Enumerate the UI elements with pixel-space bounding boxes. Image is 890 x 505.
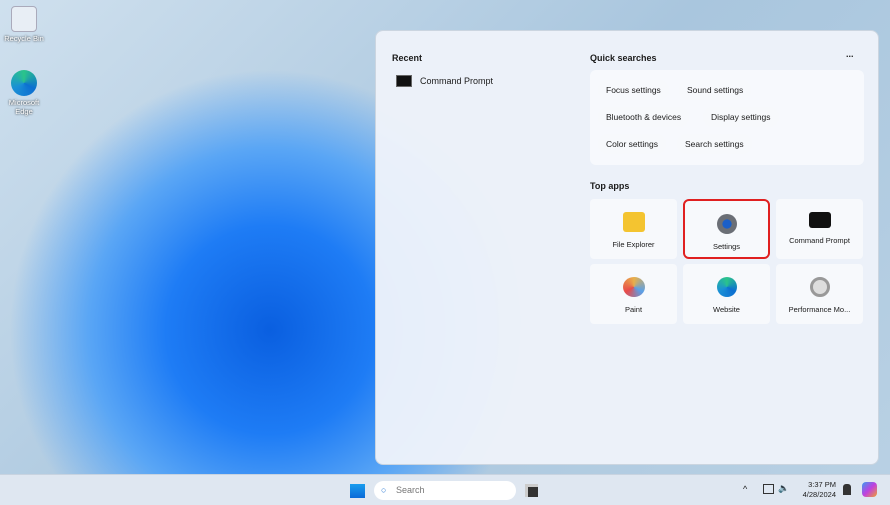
desktop-icon-recycle-bin[interactable]: Recycle Bin (4, 6, 44, 43)
label: Settings (712, 242, 741, 251)
edge-icon (716, 277, 737, 297)
quick-search-focus[interactable]: Focus settings (598, 80, 669, 100)
quick-search-color[interactable]: Color settings (598, 134, 666, 154)
command-prompt-icon (808, 212, 831, 228)
app-performance-monitor[interactable]: Performance Mo... (776, 264, 863, 324)
app-settings[interactable]: Settings (683, 199, 770, 259)
command-prompt-icon (396, 75, 412, 87)
quick-searches-heading: Quick searches (590, 53, 657, 63)
desktop-icon-edge[interactable]: Microsoft Edge (4, 70, 44, 116)
folder-icon (622, 212, 645, 232)
recent-item-command-prompt[interactable]: Command Prompt (396, 75, 493, 87)
label: Paint (624, 305, 643, 314)
label: File Explorer (612, 240, 655, 249)
search-icon: ○ (381, 485, 387, 495)
performance-monitor-icon (809, 277, 830, 297)
task-view-icon[interactable] (525, 484, 538, 497)
quick-search-display[interactable]: Display settings (703, 107, 779, 127)
app-website[interactable]: Website (683, 264, 770, 324)
date: 4/28/2024 (802, 490, 836, 499)
app-paint[interactable]: Paint (590, 264, 677, 324)
search-placeholder: Search (396, 485, 425, 495)
label: Microsoft Edge (8, 98, 40, 116)
paint-palette-icon (622, 277, 645, 297)
quick-search-sound[interactable]: Sound settings (679, 80, 752, 100)
gear-icon (716, 214, 737, 234)
volume-icon[interactable]: 🔈 (778, 483, 789, 494)
more-options-button[interactable]: ... (846, 49, 854, 59)
clock[interactable]: 3:37 PM 4/28/2024 (800, 480, 836, 500)
label: Command Prompt (420, 76, 494, 86)
top-apps-heading: Top apps (590, 181, 630, 191)
notification-bell-icon[interactable] (843, 484, 851, 495)
taskbar: ○ Search ^ 🔈 3:37 PM 4/28/2024 (0, 474, 890, 505)
copilot-icon[interactable] (862, 482, 877, 497)
windows-start-icon[interactable] (350, 483, 365, 498)
quick-search-bluetooth[interactable]: Bluetooth & devices (598, 107, 690, 127)
label: Website (713, 305, 740, 314)
edge-icon (11, 70, 37, 96)
quick-searches: Focus settings Sound settings Bluetooth … (590, 70, 864, 165)
label: Command Prompt (789, 236, 850, 245)
app-file-explorer[interactable]: File Explorer (590, 199, 677, 259)
quick-search-search[interactable]: Search settings (677, 134, 752, 154)
network-icon[interactable] (763, 484, 774, 494)
recent-heading: Recent (392, 53, 423, 63)
label: Performance Mo... (788, 305, 851, 314)
app-command-prompt[interactable]: Command Prompt (776, 199, 863, 259)
show-hidden-icons-chevron[interactable]: ^ (743, 484, 747, 494)
label: Recycle Bin (4, 34, 44, 43)
taskbar-search-input[interactable]: ○ Search (374, 481, 516, 500)
start-search-panel: Recent Command Prompt Quick searches ...… (375, 30, 879, 465)
time: 3:37 PM (808, 480, 836, 489)
recycle-bin-icon (11, 6, 37, 32)
